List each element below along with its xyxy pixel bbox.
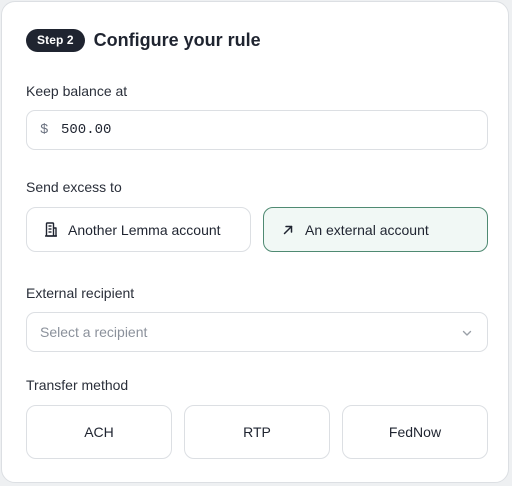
- option-label: An external account: [305, 221, 429, 238]
- page-title: Configure your rule: [93, 30, 261, 50]
- balance-value: 500.00: [61, 122, 112, 138]
- method-ach-button[interactable]: ACH: [26, 405, 172, 459]
- balance-input[interactable]: $ 500.00: [26, 110, 488, 150]
- method-fednow-button[interactable]: FedNow: [342, 405, 488, 459]
- method-rtp-button[interactable]: RTP: [184, 405, 330, 459]
- external-recipient-label: External recipient: [26, 285, 135, 301]
- option-lemma-account[interactable]: Another Lemma account: [26, 207, 251, 252]
- currency-symbol: $: [40, 122, 49, 138]
- chevron-down-icon: [461, 326, 473, 338]
- rule-config-card: Step 2 Configure your rule Keep balance …: [1, 1, 509, 483]
- keep-balance-label: Keep balance at: [26, 83, 128, 99]
- transfer-method-label: Transfer method: [26, 377, 129, 393]
- recipient-placeholder: Select a recipient: [40, 324, 148, 340]
- step-badge: Step 2: [26, 29, 85, 52]
- recipient-select[interactable]: Select a recipient: [26, 312, 488, 352]
- send-excess-label: Send excess to: [26, 179, 122, 195]
- card-header: Step 2 Configure your rule: [26, 29, 261, 52]
- arrow-up-right-icon: [280, 222, 296, 238]
- option-external-account[interactable]: An external account: [263, 207, 488, 252]
- building-icon: [43, 222, 59, 238]
- option-label: Another Lemma account: [68, 221, 221, 238]
